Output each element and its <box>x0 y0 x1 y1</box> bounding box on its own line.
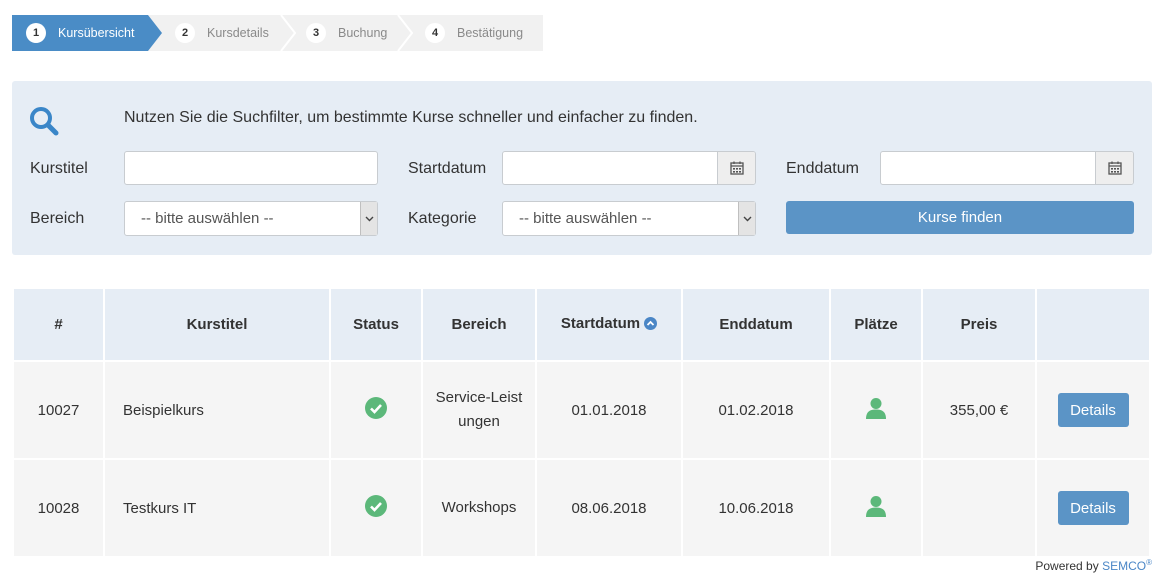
enddatum-field[interactable] <box>880 151 1134 185</box>
column-header-actions <box>1037 289 1149 360</box>
kategorie-label: Kategorie <box>408 210 477 227</box>
find-courses-button[interactable]: Kurse finden <box>786 201 1134 234</box>
status-cell <box>331 460 421 556</box>
chevron-down-icon <box>360 202 377 235</box>
step-separator <box>280 15 296 51</box>
semco-link[interactable]: SEMCO <box>1102 559 1146 573</box>
column-header-bereich[interactable]: Bereich <box>423 289 535 360</box>
column-header-status[interactable]: Status <box>331 289 421 360</box>
status-cell <box>331 362 421 458</box>
column-header-plaetze[interactable]: Plätze <box>831 289 921 360</box>
details-button[interactable]: Details <box>1057 393 1129 427</box>
course-startdatum: 08.06.2018 <box>537 460 681 556</box>
search-filter-panel: Nutzen Sie die Suchfilter, um bestimmte … <box>12 81 1152 255</box>
startdatum-header-label: Startdatum <box>560 315 641 332</box>
bereich-selected-value: -- bitte auswählen -- <box>141 210 274 227</box>
course-enddatum: 10.06.2018 <box>683 460 829 556</box>
table-header-row: # Kurstitel Status Bereich Startdatum En… <box>14 289 1149 360</box>
course-startdatum: 01.01.2018 <box>537 362 681 458</box>
filter-intro-text: Nutzen Sie die Suchfilter, um bestimmte … <box>124 109 698 126</box>
bereich-select[interactable]: -- bitte auswählen -- <box>124 201 378 236</box>
user-icon <box>865 398 887 423</box>
column-header-kurstitel[interactable]: Kurstitel <box>105 289 329 360</box>
step-number: 2 <box>175 23 195 43</box>
column-header-startdatum[interactable]: Startdatum <box>537 289 681 360</box>
kategorie-select[interactable]: -- bitte auswählen -- <box>502 201 756 236</box>
registered-mark: ® <box>1146 558 1152 567</box>
check-circle-icon <box>365 495 387 521</box>
column-header-number[interactable]: # <box>14 289 103 360</box>
step-label: Buchung <box>338 26 388 40</box>
step-number: 4 <box>425 23 445 43</box>
course-enddatum: 01.02.2018 <box>683 362 829 458</box>
kurstitel-label: Kurstitel <box>30 160 88 177</box>
chevron-down-icon <box>738 202 755 235</box>
kategorie-selected-value: -- bitte auswählen -- <box>519 210 652 227</box>
step-2-kursdetails[interactable]: 2 Kursdetails <box>175 15 269 51</box>
table-row: 10028 Testkurs IT Workshops 08.06.2018 1… <box>14 460 1149 556</box>
course-title: Beispielkurs <box>105 362 329 458</box>
table-row: 10027 Beispielkurs Service-Leistungen 01… <box>14 362 1149 458</box>
kurstitel-input[interactable] <box>124 151 378 185</box>
course-id: 10028 <box>14 460 103 556</box>
step-label: Kursübersicht <box>58 26 135 40</box>
column-header-enddatum[interactable]: Enddatum <box>683 289 829 360</box>
startdatum-label: Startdatum <box>408 160 487 177</box>
powered-by-footer: Powered by SEMCO® <box>1035 558 1152 573</box>
powered-by-text: Powered by <box>1035 559 1099 573</box>
course-bereich: Service-Leistungen <box>423 362 535 458</box>
course-preis <box>923 460 1035 556</box>
details-button[interactable]: Details <box>1057 491 1129 525</box>
step-label: Kursdetails <box>207 26 269 40</box>
course-bereich: Workshops <box>423 460 535 556</box>
step-4-bestaetigung[interactable]: 4 Bestätigung <box>425 15 523 51</box>
sort-ascending-icon[interactable] <box>644 317 658 334</box>
actions-cell: Details <box>1037 362 1149 458</box>
step-3-buchung[interactable]: 3 Buchung <box>306 15 387 51</box>
search-icon <box>28 105 60 142</box>
user-icon <box>865 496 887 521</box>
places-cell <box>831 362 921 458</box>
bereich-label: Bereich <box>30 210 85 227</box>
step-number: 3 <box>306 23 326 43</box>
checkout-stepper: 1 Kursübersicht 2 Kursdetails 3 Buchung … <box>12 15 543 51</box>
step-1-kursuebersicht[interactable]: 1 Kursübersicht <box>26 15 134 51</box>
places-cell <box>831 460 921 556</box>
actions-cell: Details <box>1037 460 1149 556</box>
step-separator <box>397 15 413 51</box>
check-circle-icon <box>365 397 387 423</box>
enddatum-label: Enddatum <box>786 160 859 177</box>
startdatum-field[interactable] <box>502 151 756 185</box>
column-header-preis[interactable]: Preis <box>923 289 1035 360</box>
course-preis: 355,00 € <box>923 362 1035 458</box>
course-results-table: # Kurstitel Status Bereich Startdatum En… <box>12 287 1151 558</box>
calendar-icon[interactable] <box>717 152 755 184</box>
step-label: Bestätigung <box>457 26 524 40</box>
calendar-icon[interactable] <box>1095 152 1133 184</box>
course-id: 10027 <box>14 362 103 458</box>
course-title: Testkurs IT <box>105 460 329 556</box>
step-number: 1 <box>26 23 46 43</box>
